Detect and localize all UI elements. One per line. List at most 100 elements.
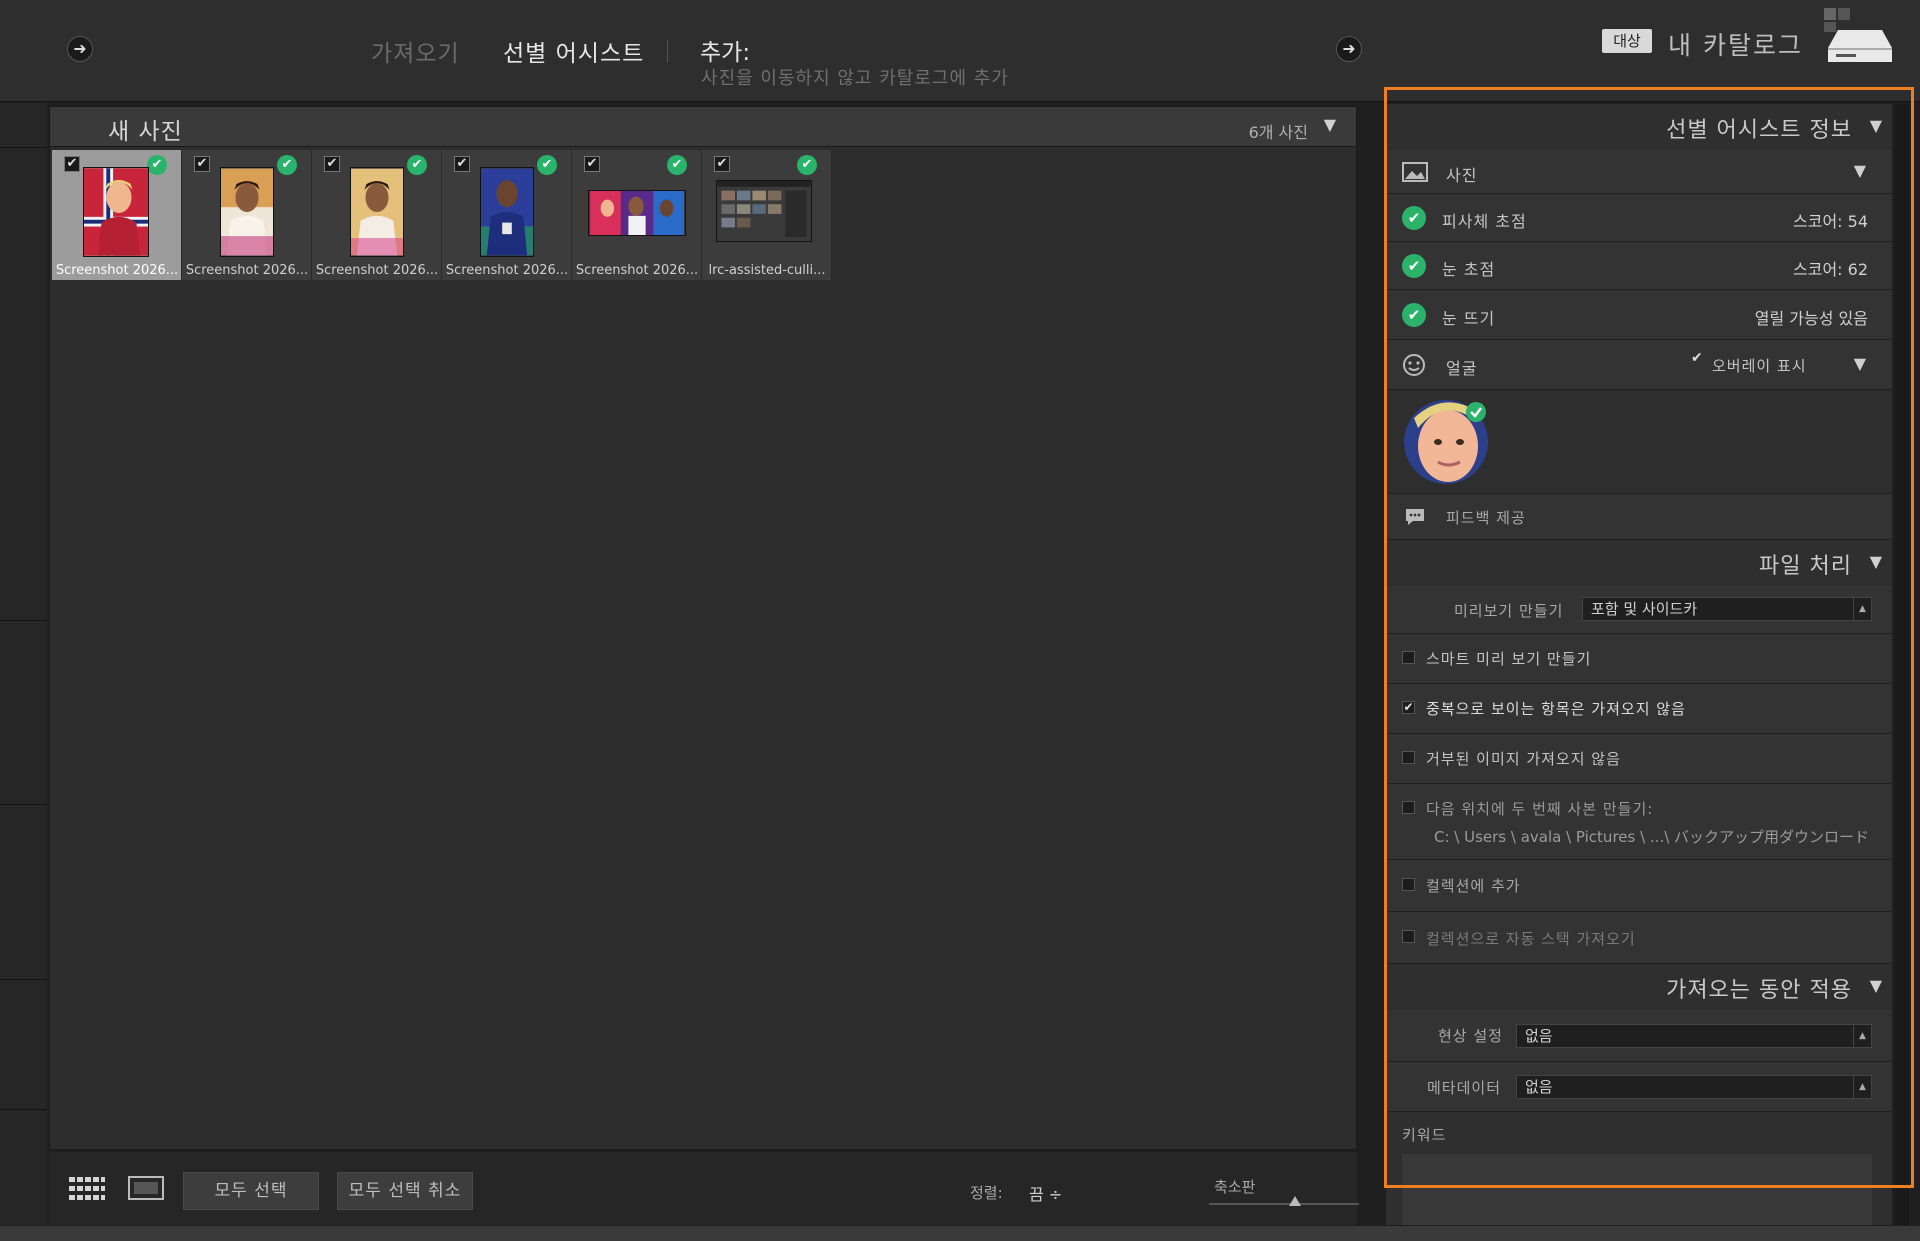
grid-title: 새 사진 [108,119,183,145]
slider-handle[interactable] [1289,1196,1301,1206]
auto-stack-row[interactable]: 컬렉션으로 자동 스택 가져오기 [1386,912,1892,964]
develop-settings-select[interactable]: 없음 ▲ [1516,1024,1872,1048]
nav-import[interactable]: 가져오기 [371,34,460,68]
keywords-row: 키워드 [1386,1112,1892,1225]
photo-count[interactable]: 6개 사진 [1249,119,1308,143]
thumbnail-cell[interactable]: ✔ ✔ Screenshot 2026... [312,150,442,280]
preview-select-value: 포함 및 사이드카 [1591,600,1698,618]
select-all-button[interactable]: 모두 선택 [183,1172,319,1210]
face-thumbnail[interactable] [1404,400,1488,484]
destination-arrow-icon[interactable]: ➜ [1336,36,1362,62]
preview-label: 미리보기 만들기 [1454,602,1564,620]
bottom-toolbar: 모두 선택 모두 선택 취소 정렬: 끔 ÷ 축소판 [49,1152,1359,1225]
loupe-view-icon[interactable] [128,1176,164,1200]
no-rejected-checkbox[interactable] [1402,751,1415,764]
photo-thumbnail [83,167,149,257]
add-collection-row[interactable]: 컬렉션에 추가 [1386,860,1892,912]
no-rejected-row[interactable]: 거부된 이미지 가져오지 않음 [1386,734,1892,784]
add-collection-label: 컬렉션에 추가 [1426,877,1521,895]
thumbnail-size-slider[interactable] [1209,1203,1359,1205]
source-panel-collapsed[interactable] [0,103,47,1225]
check-circle-icon: ✔ [1402,206,1426,230]
thumbnail-strip: ✔ ✔ Screenshot 2026... ✔ ✔ Screenshot 20… [52,150,832,280]
destination-badge: 대상 [1602,29,1652,53]
thumbnail-caption: Screenshot 2026... [185,263,309,278]
section-title: 가져오는 동안 적용 [1666,978,1852,1003]
destination-catalog[interactable]: 내 카탈로그 [1668,26,1803,62]
source-arrow-icon[interactable]: ➜ [67,36,93,62]
no-duplicates-checkbox[interactable]: ✔ [1402,701,1415,714]
metadata-select[interactable]: 없음 ▲ [1516,1075,1872,1099]
section-collapse-icon[interactable]: ▼ [1870,116,1882,135]
select-arrows-icon: ▲ [1853,598,1871,620]
nav-cull-assist[interactable]: 선별 어시스트 [503,34,644,68]
face-dropdown-icon[interactable]: ▼ [1854,354,1866,373]
include-checkbox[interactable]: ✔ [64,156,80,172]
add-collection-checkbox[interactable] [1402,878,1415,891]
auto-stack-label: 컬렉션으로 자동 스택 가져오기 [1426,930,1636,948]
include-checkbox[interactable]: ✔ [584,156,600,172]
section-title: 선별 어시스트 정보 [1666,118,1852,143]
thumbnail-cell[interactable]: ✔ ✔ Screenshot 2026... [182,150,312,280]
include-checkbox[interactable]: ✔ [714,156,730,172]
feedback-label[interactable]: 피드백 제공 [1446,507,1526,528]
grid-view-icon[interactable] [69,1177,105,1201]
metadata-row: 메타데이터 없음 ▲ [1386,1062,1892,1112]
smart-preview-checkbox[interactable] [1402,651,1415,664]
include-checkbox[interactable]: ✔ [324,156,340,172]
overlay-check-icon[interactable]: ✔ [1691,350,1703,366]
photo-label: 사진 [1446,166,1478,185]
preview-row: 미리보기 만들기 포함 및 사이드카 ▲ [1386,586,1892,634]
smart-preview-row[interactable]: 스마트 미리 보기 만들기 [1386,634,1892,684]
section-cull-info[interactable]: 선별 어시스트 정보 ▼ [1386,104,1892,150]
grid-header: 새 사진 6개 사진 ▼ [50,107,1356,147]
include-checkbox[interactable]: ✔ [454,156,470,172]
deselect-all-button[interactable]: 모두 선택 취소 [337,1172,473,1210]
thumbnail-caption: Screenshot 2026... [55,263,179,278]
develop-settings-value: 없음 [1525,1027,1553,1045]
section-title: 파일 처리 [1759,554,1852,579]
second-copy-row[interactable]: 다음 위치에 두 번째 사본 만들기: C: \ Users \ avala \… [1386,784,1892,860]
thumbnail-cell[interactable]: ✔ ✔ Screenshot 2026... [442,150,572,280]
eye-focus-row: ✔ 눈 초점 스코어: 62 [1386,242,1892,290]
photo-icon [1402,162,1428,182]
section-apply-during-import[interactable]: 가져오는 동안 적용 ▼ [1386,964,1892,1010]
photo-thumbnail [588,190,686,236]
include-checkbox[interactable]: ✔ [194,156,210,172]
cull-ok-icon: ✔ [797,155,817,175]
no-duplicates-label: 중복으로 보이는 항목은 가져오지 않음 [1426,700,1686,718]
check-circle-icon: ✔ [1402,254,1426,278]
auto-stack-checkbox[interactable] [1402,930,1415,943]
second-copy-path[interactable]: C: \ Users \ avala \ Pictures \ ...\ バック… [1434,826,1869,847]
eye-open-row: ✔ 눈 뜨기 열릴 가능성 있음 [1386,290,1892,340]
photo-dropdown-icon[interactable]: ▼ [1854,161,1866,180]
overlay-label[interactable]: 오버레이 표시 [1712,355,1807,376]
thumbnail-cell[interactable]: ✔ ✔ lrc-assisted-culli... [702,150,832,280]
sort-label: 정렬: [970,1184,1003,1202]
thumbnail-cell[interactable]: ✔ ✔ Screenshot 2026... [572,150,702,280]
right-panel-scrollbar[interactable] [1895,104,1909,1225]
face-row: 얼굴 ✔ 오버레이 표시 ▼ [1386,340,1892,390]
section-collapse-icon[interactable]: ▼ [1870,552,1882,571]
face-icon [1403,354,1425,376]
develop-settings-label: 현상 설정 [1438,1027,1503,1045]
add-mode-label: 추가: [700,40,751,66]
sort-select[interactable]: 끔 ÷ [1029,1181,1062,1205]
second-copy-checkbox[interactable] [1402,801,1415,814]
feedback-row[interactable]: 피드백 제공 [1386,494,1892,540]
top-bar: ➜ 가져오기 선별 어시스트 추가: 사진을 이동하지 않고 카탈로그에 추가 … [0,0,1920,102]
thumbnail-cell[interactable]: ✔ ✔ Screenshot 2026... [52,150,182,280]
cull-ok-icon: ✔ [147,155,167,175]
keywords-label: 키워드 [1402,1126,1447,1144]
no-duplicates-row[interactable]: ✔ 중복으로 보이는 항목은 가져오지 않음 [1386,684,1892,734]
subject-focus-label: 피사체 초점 [1442,212,1527,231]
section-collapse-icon[interactable]: ▼ [1870,976,1882,995]
section-file-handling[interactable]: 파일 처리 ▼ [1386,540,1892,586]
preview-select[interactable]: 포함 및 사이드카 ▲ [1582,597,1872,621]
keywords-input[interactable] [1402,1154,1872,1225]
photo-thumbnail [480,167,534,257]
import-window: ➜ 가져오기 선별 어시스트 추가: 사진을 이동하지 않고 카탈로그에 추가 … [0,0,1920,1241]
count-dropdown-icon[interactable]: ▼ [1324,115,1336,134]
eye-focus-label: 눈 초점 [1442,260,1496,279]
metadata-value: 없음 [1525,1078,1553,1096]
